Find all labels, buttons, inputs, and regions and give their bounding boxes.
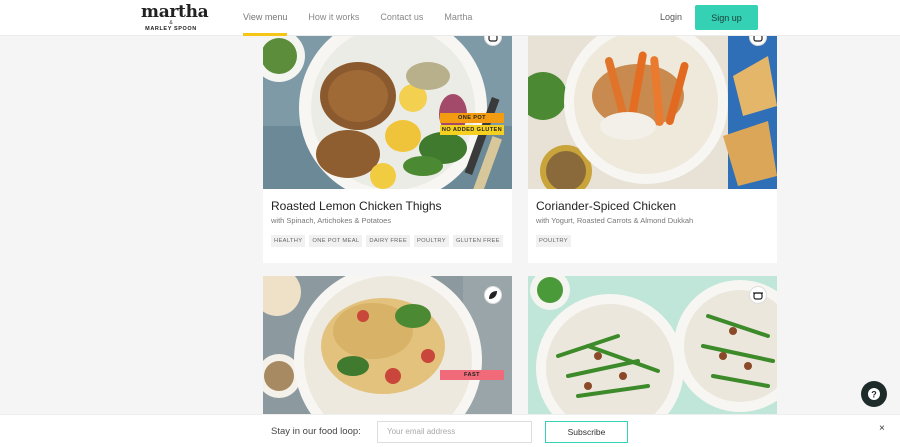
svg-text:?: ? — [871, 390, 877, 400]
recipe-image[interactable] — [528, 276, 777, 414]
logo-sub-text: MARLEY SPOON — [145, 26, 197, 32]
tag: DAIRY FREE — [366, 235, 410, 247]
recipe-image[interactable] — [528, 36, 777, 189]
tag: ONE POT MEAL — [309, 235, 363, 247]
subscribe-bar: Stay in our food loop: Your email addres… — [0, 414, 900, 447]
recipe-title[interactable]: Coriander-Spiced Chicken — [528, 199, 777, 213]
question-icon: ? — [868, 388, 880, 400]
tag-list: POULTRY — [528, 235, 777, 247]
signup-button[interactable]: Sign up — [695, 5, 758, 30]
logo[interactable]: martha & MARLEY SPOON — [141, 2, 209, 33]
help-chat-button[interactable]: ? — [861, 381, 887, 407]
recipe-title[interactable]: Roasted Lemon Chicken Thighs — [263, 199, 512, 213]
tag: GLUTEN FREE — [452, 235, 503, 247]
leaf-icon — [484, 286, 502, 304]
subscribe-button[interactable]: Subscribe — [545, 421, 628, 443]
recipe-image[interactable] — [263, 276, 512, 414]
close-icon[interactable]: × — [879, 423, 885, 434]
tag: POULTRY — [536, 235, 571, 247]
email-field[interactable]: Your email address — [377, 421, 532, 443]
label-one-pot: ONE POT — [440, 113, 504, 123]
recipe-card[interactable]: ONE POT NO ADDED GLUTEN Roasted Lemon Ch… — [263, 36, 512, 263]
recipe-card[interactable]: Coriander-Spiced Chicken with Yogurt, Ro… — [528, 36, 777, 263]
logo-main-text: martha — [141, 2, 209, 22]
nav-contact-us[interactable]: Contact us — [380, 12, 423, 22]
card-body: Roasted Lemon Chicken Thighs with Spinac… — [263, 199, 512, 247]
recipe-card[interactable]: FAST — [263, 276, 512, 414]
label-no-added-gluten: NO ADDED GLUTEN — [440, 125, 504, 135]
nav-how-it-works[interactable]: How it works — [308, 12, 359, 22]
card-body: Coriander-Spiced Chicken with Yogurt, Ro… — [528, 199, 777, 247]
login-link[interactable]: Login — [660, 12, 682, 22]
recipe-subtitle: with Yogurt, Roasted Carrots & Almond Du… — [536, 216, 694, 225]
nav-view-menu[interactable]: View menu — [243, 12, 288, 36]
tag-list: HEALTHY ONE POT MEAL DAIRY FREE POULTRY … — [263, 235, 512, 247]
tag: POULTRY — [413, 235, 449, 247]
recipe-card[interactable] — [528, 276, 777, 414]
tag: HEALTHY — [271, 235, 306, 247]
main-nav: View menu How it works Contact us Martha — [243, 12, 493, 36]
label-fast: FAST — [440, 370, 504, 380]
recipe-subtitle: with Spinach, Artichokes & Potatoes — [271, 216, 392, 225]
nav-martha[interactable]: Martha — [444, 12, 472, 22]
site-header: martha & MARLEY SPOON View menu How it w… — [0, 0, 900, 36]
pot-icon — [749, 286, 767, 304]
subscribe-label: Stay in our food loop: — [271, 426, 361, 437]
